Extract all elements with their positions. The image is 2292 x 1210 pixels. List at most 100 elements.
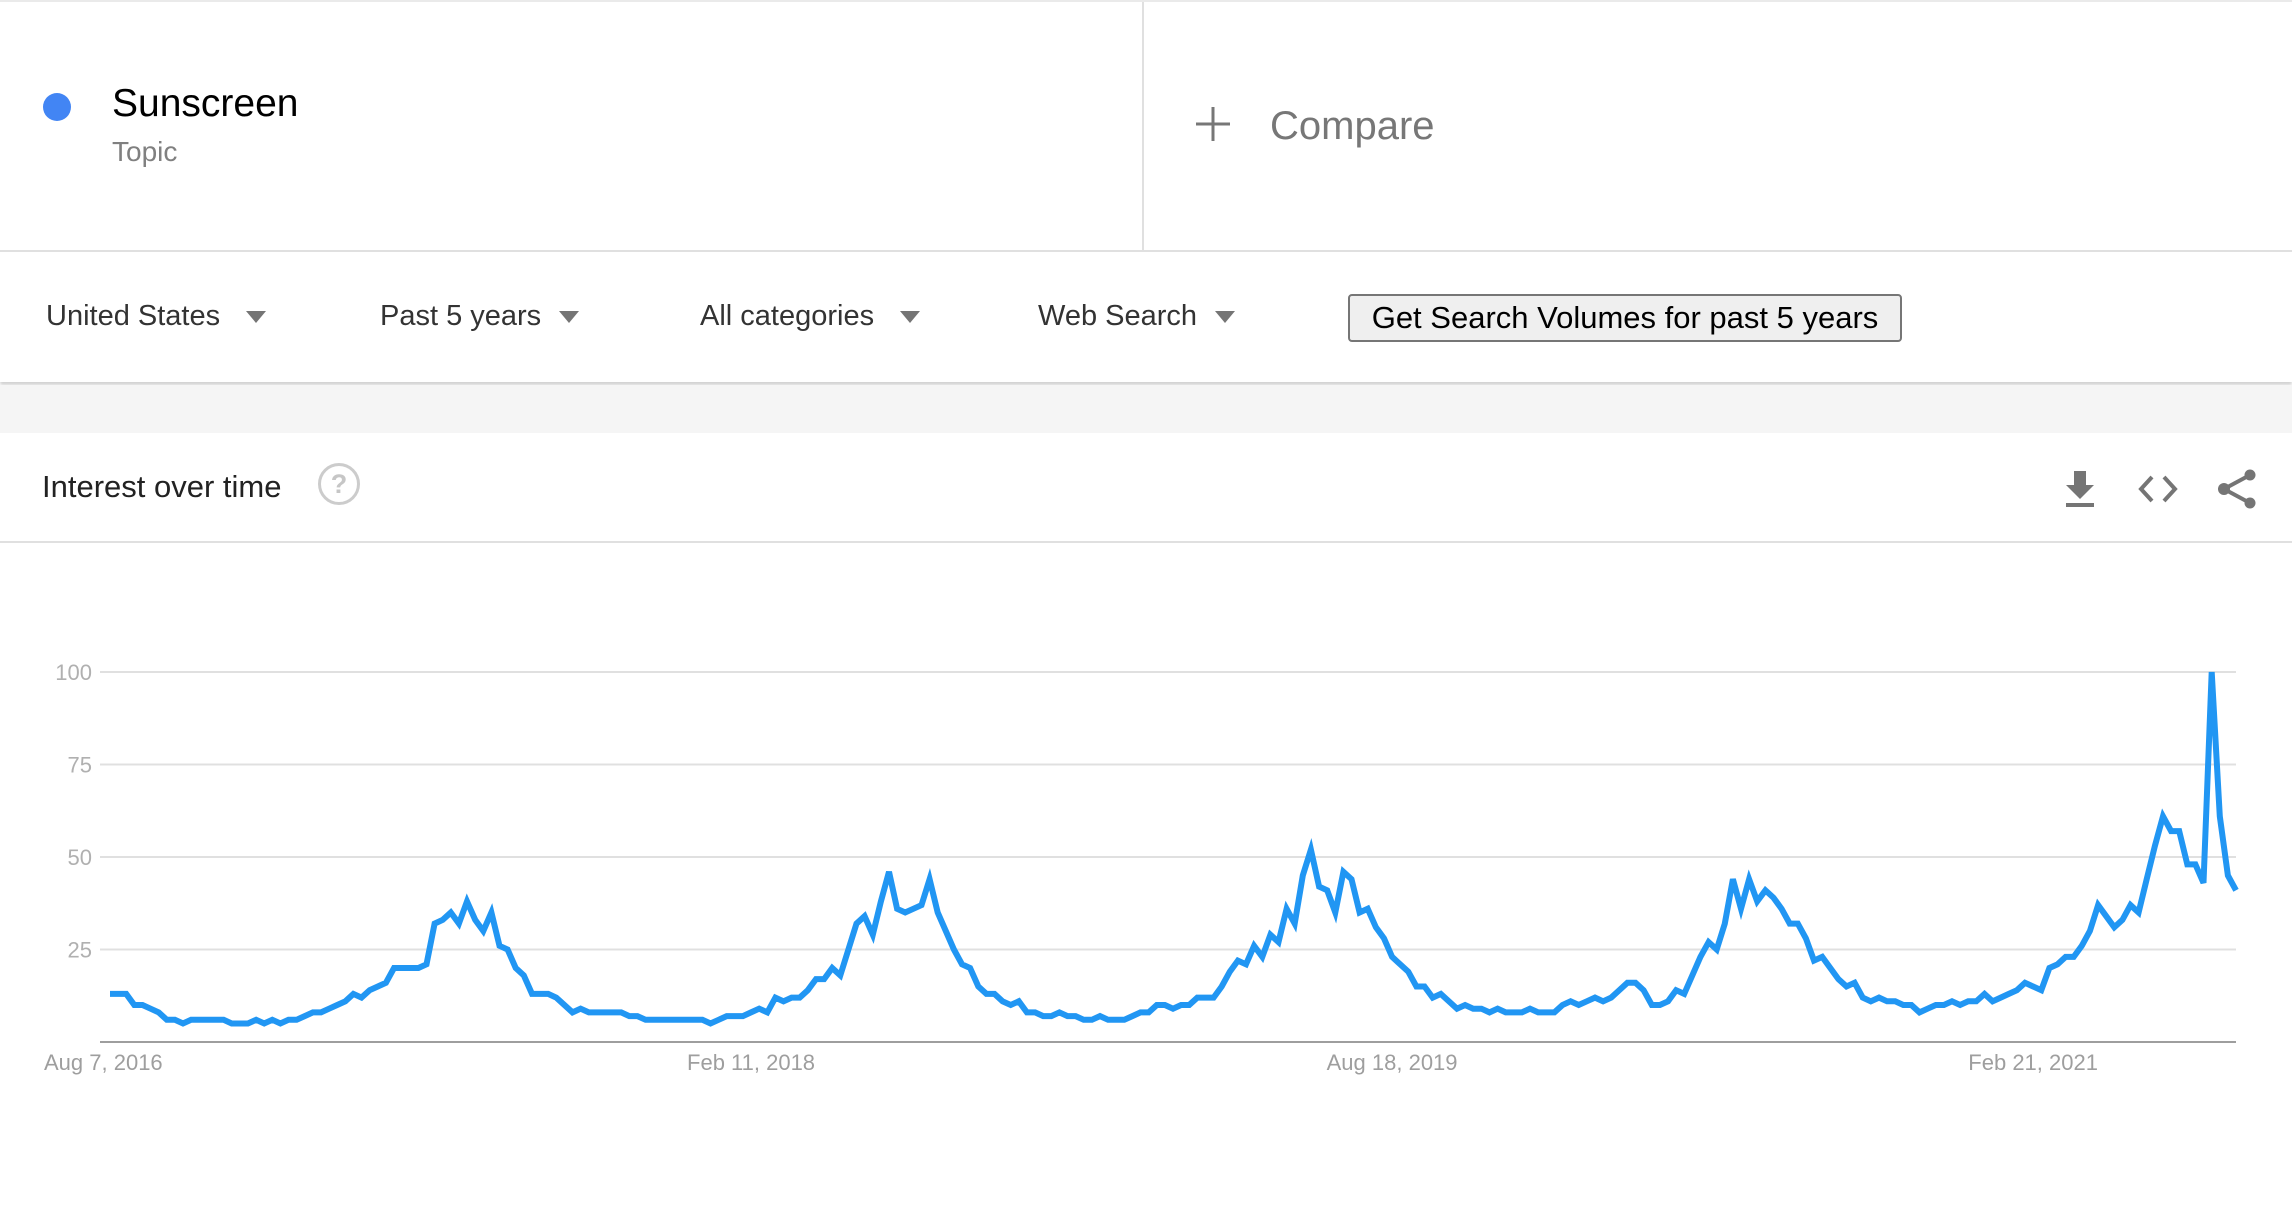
data-point[interactable] bbox=[1730, 876, 1736, 882]
data-point[interactable] bbox=[740, 1013, 746, 1019]
data-point[interactable] bbox=[488, 910, 494, 916]
data-point[interactable] bbox=[1405, 969, 1411, 975]
data-point[interactable] bbox=[1844, 984, 1850, 990]
data-point[interactable] bbox=[1316, 884, 1322, 890]
data-point[interactable] bbox=[1024, 1009, 1030, 1015]
data-point[interactable] bbox=[1365, 906, 1371, 912]
data-point[interactable] bbox=[610, 1009, 616, 1015]
data-point[interactable] bbox=[472, 917, 478, 923]
data-point[interactable] bbox=[2103, 913, 2109, 919]
data-point[interactable] bbox=[1056, 1009, 1062, 1015]
data-point[interactable] bbox=[1608, 995, 1614, 1001]
data-point[interactable] bbox=[1040, 1013, 1046, 1019]
data-point[interactable] bbox=[1486, 1009, 1492, 1015]
region-dropdown[interactable]: United States bbox=[46, 300, 267, 333]
data-point[interactable] bbox=[691, 1017, 697, 1023]
data-point[interactable] bbox=[1754, 898, 1760, 904]
data-point[interactable] bbox=[1681, 991, 1687, 997]
data-point[interactable] bbox=[1949, 998, 1955, 1004]
data-point[interactable] bbox=[245, 1021, 251, 1027]
data-point[interactable] bbox=[1990, 998, 1996, 1004]
data-point[interactable] bbox=[1170, 1006, 1176, 1012]
data-point[interactable] bbox=[237, 1021, 243, 1027]
data-point[interactable] bbox=[180, 1021, 186, 1027]
data-point[interactable] bbox=[326, 1006, 332, 1012]
data-point[interactable] bbox=[148, 1006, 154, 1012]
data-point[interactable] bbox=[651, 1017, 657, 1023]
data-point[interactable] bbox=[578, 1006, 584, 1012]
data-point[interactable] bbox=[269, 1017, 275, 1023]
data-point[interactable] bbox=[2119, 917, 2125, 923]
data-point[interactable] bbox=[1292, 921, 1298, 927]
term-name[interactable]: Sunscreen bbox=[112, 82, 298, 126]
data-point[interactable] bbox=[1259, 954, 1265, 960]
data-point[interactable] bbox=[707, 1021, 713, 1027]
data-point[interactable] bbox=[1706, 939, 1712, 945]
data-point[interactable] bbox=[2201, 880, 2207, 886]
data-point[interactable] bbox=[2063, 954, 2069, 960]
data-point[interactable] bbox=[1478, 1006, 1484, 1012]
data-point[interactable] bbox=[164, 1017, 170, 1023]
data-point[interactable] bbox=[1762, 887, 1768, 893]
data-point[interactable] bbox=[1446, 998, 1452, 1004]
data-point[interactable] bbox=[1576, 1002, 1582, 1008]
data-point[interactable] bbox=[1503, 1009, 1509, 1015]
data-point[interactable] bbox=[423, 961, 429, 967]
data-point[interactable] bbox=[391, 965, 397, 971]
data-point[interactable] bbox=[1081, 1017, 1087, 1023]
data-point[interactable] bbox=[2160, 813, 2166, 819]
data-point[interactable] bbox=[748, 1009, 754, 1015]
data-point[interactable] bbox=[1235, 958, 1241, 964]
data-point[interactable] bbox=[1397, 961, 1403, 967]
data-point[interactable] bbox=[878, 898, 884, 904]
data-point[interactable] bbox=[1243, 961, 1249, 967]
data-point[interactable] bbox=[2038, 987, 2044, 993]
data-point[interactable] bbox=[862, 913, 868, 919]
data-point[interactable] bbox=[375, 984, 381, 990]
data-point[interactable] bbox=[870, 932, 876, 938]
data-point[interactable] bbox=[172, 1017, 178, 1023]
data-point[interactable] bbox=[1413, 984, 1419, 990]
data-point[interactable] bbox=[1324, 887, 1330, 893]
data-point[interactable] bbox=[448, 910, 454, 916]
data-point[interactable] bbox=[2095, 902, 2101, 908]
data-point[interactable] bbox=[2079, 943, 2085, 949]
data-point[interactable] bbox=[1957, 1002, 1963, 1008]
data-point[interactable] bbox=[813, 976, 819, 982]
data-point[interactable] bbox=[529, 991, 535, 997]
data-point[interactable] bbox=[951, 947, 957, 953]
data-point[interactable] bbox=[123, 991, 129, 997]
data-point[interactable] bbox=[716, 1017, 722, 1023]
data-point[interactable] bbox=[1016, 998, 1022, 1004]
search-term[interactable]: Sunscreen Topic bbox=[0, 2, 1144, 252]
data-point[interactable] bbox=[2136, 910, 2142, 916]
data-point[interactable] bbox=[1146, 1009, 1152, 1015]
data-point[interactable] bbox=[440, 917, 446, 923]
data-point[interactable] bbox=[1495, 1006, 1501, 1012]
data-point[interactable] bbox=[1860, 995, 1866, 1001]
data-point[interactable] bbox=[1811, 958, 1817, 964]
data-point[interactable] bbox=[1559, 1002, 1565, 1008]
data-point[interactable] bbox=[1121, 1017, 1127, 1023]
data-point[interactable] bbox=[1422, 984, 1428, 990]
data-point[interactable] bbox=[902, 910, 908, 916]
data-point[interactable] bbox=[1819, 954, 1825, 960]
data-point[interactable] bbox=[115, 991, 121, 997]
data-point[interactable] bbox=[1876, 995, 1882, 1001]
data-point[interactable] bbox=[1551, 1009, 1557, 1015]
data-point[interactable] bbox=[1389, 954, 1395, 960]
data-point[interactable] bbox=[1884, 998, 1890, 1004]
data-point[interactable] bbox=[659, 1017, 665, 1023]
data-point[interactable] bbox=[967, 965, 973, 971]
data-point[interactable] bbox=[1925, 1006, 1931, 1012]
data-point[interactable] bbox=[456, 921, 462, 927]
data-point[interactable] bbox=[667, 1017, 673, 1023]
data-point[interactable] bbox=[545, 991, 551, 997]
data-point[interactable] bbox=[1008, 1002, 1014, 1008]
data-point[interactable] bbox=[188, 1017, 194, 1023]
data-point[interactable] bbox=[318, 1009, 324, 1015]
data-point[interactable] bbox=[537, 991, 543, 997]
data-point[interactable] bbox=[1568, 998, 1574, 1004]
data-point[interactable] bbox=[286, 1017, 292, 1023]
data-point[interactable] bbox=[1105, 1017, 1111, 1023]
